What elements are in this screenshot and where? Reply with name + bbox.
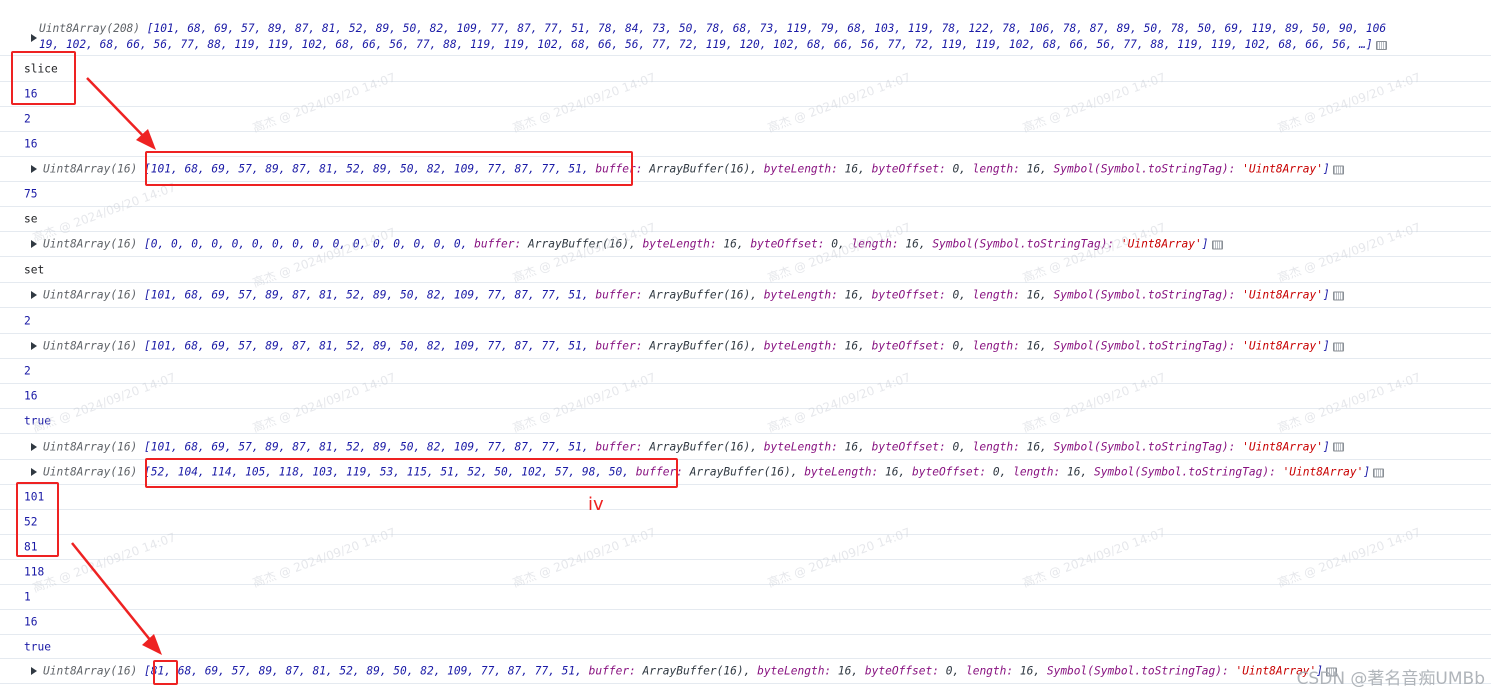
site-watermark: CSDN @著名音痴UMBb xyxy=(1296,669,1485,689)
annotation-arrows xyxy=(71,77,162,655)
arrow-slice-to-array xyxy=(86,77,156,150)
arrow-values-to-first xyxy=(71,542,162,655)
